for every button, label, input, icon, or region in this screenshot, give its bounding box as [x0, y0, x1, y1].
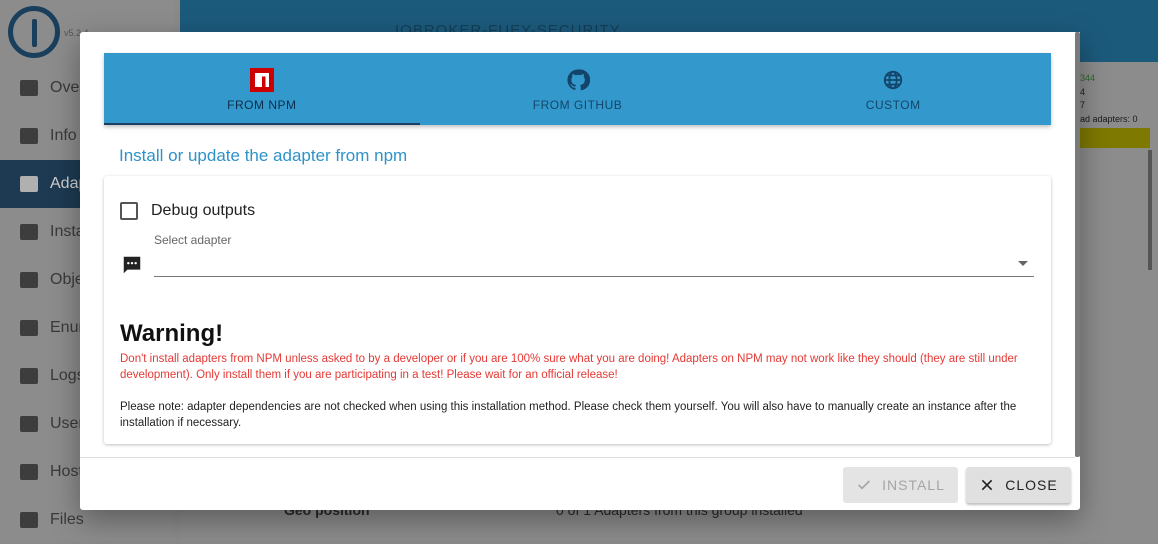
stat-value: 7 [1080, 100, 1086, 110]
close-label: CLOSE [1005, 477, 1058, 493]
lines-icon [20, 368, 38, 384]
install-label: INSTALL [882, 477, 945, 493]
store-icon [20, 176, 38, 192]
list-icon [20, 272, 38, 288]
tab-from-github[interactable]: FROM GITHUB [420, 53, 736, 125]
dialog-scrollbar-thumb[interactable] [1075, 32, 1080, 457]
card-icon [20, 224, 38, 240]
globe-icon [880, 67, 906, 93]
tab-label: FROM GITHUB [532, 98, 623, 112]
file-icon [20, 512, 38, 528]
debug-outputs-checkbox[interactable] [120, 202, 138, 220]
debug-outputs-row[interactable]: Debug outputs [120, 202, 255, 220]
background-banner [1080, 128, 1150, 148]
tab-custom[interactable]: CUSTOM [735, 53, 1051, 125]
install-adapter-dialog: FROM NPM FROM GITHUB CUSTOM Install or u… [80, 32, 1080, 510]
user-icon [20, 416, 38, 432]
host-icon [20, 464, 38, 480]
dialog-actions-divider [80, 457, 1075, 458]
close-icon [979, 477, 995, 493]
stat-value: ad adapters: 0 [1080, 113, 1138, 124]
tab-label: CUSTOM [865, 98, 921, 112]
npm-install-card: Debug outputs Select adapter Warning! Do… [104, 176, 1051, 444]
grid-icon [20, 80, 38, 96]
install-button[interactable]: INSTALL [843, 467, 958, 503]
message-icon [121, 254, 143, 281]
background-scrollbar [1148, 150, 1152, 270]
enum-icon [20, 320, 38, 336]
github-icon [565, 67, 591, 93]
background-stats: 344 4 7 ad adapters: 0 [1080, 72, 1138, 126]
tab-from-npm[interactable]: FROM NPM [104, 53, 420, 125]
dropdown-arrow-icon[interactable] [1018, 261, 1028, 266]
warning-title: Warning! [120, 320, 224, 347]
dependency-note: Please note: adapter dependencies are no… [120, 401, 1017, 429]
stat-value: 344 [1080, 73, 1096, 83]
section-title: Install or update the adapter from npm [119, 146, 408, 165]
debug-outputs-label: Debug outputs [151, 202, 256, 219]
iobroker-logo [8, 6, 60, 58]
check-icon [856, 477, 872, 493]
warning-text: Don't install adapters from NPM unless a… [120, 353, 1018, 381]
stat-value: 4 [1080, 86, 1086, 97]
close-button[interactable]: CLOSE [966, 467, 1071, 503]
tab-label: FROM NPM [227, 98, 297, 112]
npm-icon [249, 67, 275, 93]
select-adapter-label: Select adapter [154, 233, 232, 247]
select-adapter-dropdown[interactable] [154, 252, 1034, 277]
info-icon [20, 128, 38, 144]
install-source-tabs: FROM NPM FROM GITHUB CUSTOM [104, 53, 1051, 125]
